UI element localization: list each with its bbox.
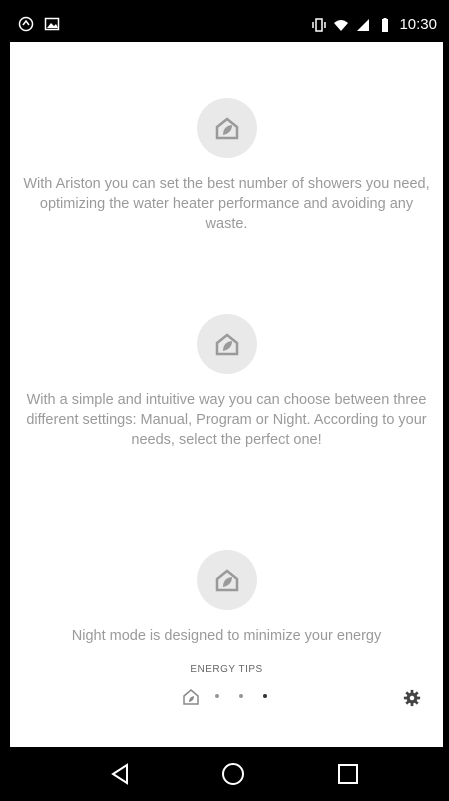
tip-text: With a simple and intuitive way you can … xyxy=(26,392,427,448)
energy-tips-content: With Ariston you can set the best number… xyxy=(10,42,443,747)
wifi-icon xyxy=(334,19,349,31)
section-label: ENERGY TIPS xyxy=(190,664,263,675)
tip-item-2: With a simple and intuitive way you can … xyxy=(10,314,443,450)
home-button[interactable] xyxy=(218,759,248,789)
gear-icon[interactable] xyxy=(403,689,421,707)
back-icon xyxy=(111,763,128,785)
home-tab-icon[interactable] xyxy=(180,686,202,708)
home-leaf-icon xyxy=(196,550,257,610)
page-indicator xyxy=(215,694,267,698)
home-leaf-icon xyxy=(196,314,257,374)
home-icon xyxy=(222,763,244,785)
status-bar: 10:30 xyxy=(10,10,443,42)
signal-icon xyxy=(357,18,370,31)
back-button[interactable] xyxy=(105,759,135,789)
image-icon xyxy=(44,17,60,31)
tip-text: Night mode is designed to minimize your … xyxy=(71,628,382,644)
page-dot-active[interactable] xyxy=(263,694,267,698)
app-screen: 10:30 With Ariston you can set the best … xyxy=(10,10,443,747)
home-leaf-icon xyxy=(196,98,257,158)
sync-icon xyxy=(18,16,34,32)
vibrate-icon xyxy=(312,17,327,32)
recents-button[interactable] xyxy=(333,759,363,789)
recents-icon xyxy=(338,764,358,784)
page-dot[interactable] xyxy=(239,694,243,698)
tip-text: With Ariston you can set the best number… xyxy=(23,176,430,232)
page-dot[interactable] xyxy=(215,694,219,698)
tip-item-3: Night mode is designed to minimize your … xyxy=(10,550,443,646)
tip-item-1: With Ariston you can set the best number… xyxy=(10,98,443,234)
clock-time: 10:30 xyxy=(399,16,437,33)
bottom-bar xyxy=(10,682,443,716)
battery-icon xyxy=(382,17,389,32)
system-nav-bar xyxy=(0,747,449,801)
